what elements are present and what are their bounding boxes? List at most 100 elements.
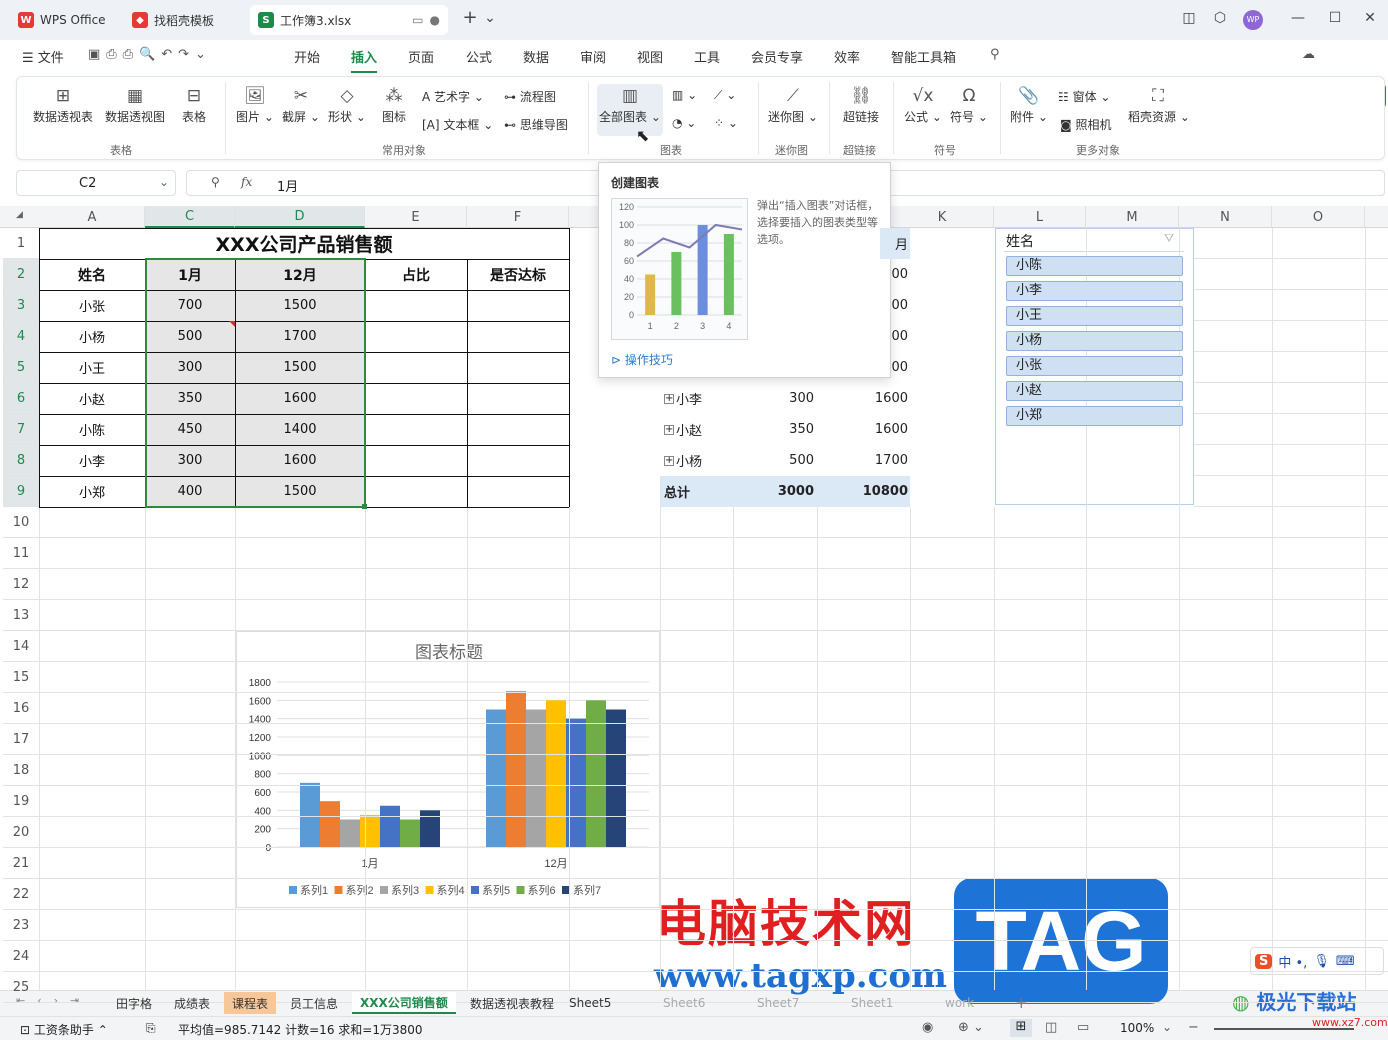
menu-data[interactable]: 数据 [523,47,549,66]
table-cell[interactable]: 小陈 [39,414,145,445]
menu-formula[interactable]: 公式 [466,47,492,66]
page-layout-icon[interactable]: ◫ [1045,1020,1057,1035]
fx-icon[interactable]: fx [241,175,252,189]
row-header[interactable]: 12 [3,569,39,600]
monitor-icon[interactable]: ▭ [412,13,423,27]
zoom-out-icon[interactable]: − [1188,1020,1199,1035]
row-header[interactable]: 18 [3,755,39,786]
pivot-cell[interactable]: 300 [734,383,816,414]
camera-button[interactable]: ◙ 照相机 [1060,116,1112,133]
mindmap-button[interactable]: ⊷ 思维导图 [504,116,568,133]
table-cell-empty[interactable] [467,476,569,507]
legend-label[interactable]: 系列3 [391,883,419,897]
menu-smart-toolbox[interactable]: 智能工具箱 [891,47,956,66]
row-header[interactable]: 3 [3,290,39,321]
table-cell-empty[interactable] [467,321,569,352]
macro-icon[interactable]: ⎘ [146,1021,156,1036]
hyperlink-button[interactable]: ⛓ 超链接 [840,86,882,125]
salary-assistant[interactable]: ⊡ 工资条助手 ⌃ [20,1021,108,1038]
slicer-item[interactable]: 小赵 [1006,381,1183,401]
search-icon[interactable]: ⚲ [990,47,1000,62]
menu-member[interactable]: 会员专享 [751,47,803,66]
textbox-button[interactable]: [A] 文本框 ⌄ [422,116,493,133]
table-cell-empty[interactable] [467,352,569,383]
attachment-button[interactable]: 📎 附件 ⌄ [1010,86,1048,125]
pivot-table-button[interactable]: ⊞ 数据透视表 [32,86,94,125]
table-cell-empty[interactable] [365,445,467,476]
row-header[interactable]: 13 [3,600,39,631]
legend-label[interactable]: 系列1 [300,883,328,897]
sheet-tab[interactable]: Sheet5 [561,992,619,1014]
zoom-level[interactable]: 100% [1120,1021,1154,1035]
chart-bar[interactable] [320,801,340,847]
menu-tools[interactable]: 工具 [694,47,720,66]
add-sheet-icon[interactable]: + [1007,992,1036,1014]
clear-filter-icon[interactable]: ⛛ [1164,231,1174,246]
pivot-cell[interactable]: 00 [880,321,910,352]
row-header[interactable]: 21 [3,848,39,879]
pivot-cell[interactable]: 00 [880,259,910,290]
legend-label[interactable]: 系列6 [528,883,556,897]
sheet-tab[interactable]: 员工信息 [282,992,346,1014]
chart-bar[interactable] [340,819,360,848]
row-header[interactable]: 1 [3,228,39,259]
pivot-cell[interactable]: 00 [880,352,910,383]
close-icon[interactable]: ✕ [1360,10,1380,26]
row-header[interactable]: 14 [3,631,39,662]
row-header[interactable]: 15 [3,662,39,693]
new-tab-icon[interactable]: + [460,7,480,28]
expand-icon[interactable]: + [664,424,674,435]
chevron-down-icon[interactable]: ⌄ [1162,1020,1172,1034]
table-cell-empty[interactable] [365,352,467,383]
cloud-icon[interactable]: ☁ [1302,47,1315,62]
row-header[interactable]: 25 [3,972,39,1003]
slicer-item[interactable]: 小杨 [1006,331,1183,351]
col-header-d[interactable]: D [235,206,365,228]
fill-handle[interactable] [362,504,367,509]
slicer-item[interactable]: 小李 [1006,281,1183,301]
col-header-g[interactable] [569,206,599,228]
table-cell[interactable]: 小张 [39,290,145,321]
table-cell-empty[interactable] [365,321,467,352]
row-header[interactable]: 11 [3,538,39,569]
table-cell-empty[interactable] [365,476,467,507]
menu-efficiency[interactable]: 效率 [834,47,860,66]
layout-icon[interactable]: ◫ [1179,10,1199,26]
row-header[interactable]: 10 [3,507,39,538]
table-cell-empty[interactable] [365,290,467,321]
row-header[interactable]: 6 [3,383,39,414]
col-header-c[interactable]: C [145,206,235,228]
legend-label[interactable]: 系列4 [437,883,465,897]
sheet-tab[interactable]: XXX公司销售额 [352,992,456,1014]
chart-bar[interactable] [506,691,526,847]
chevron-down-icon[interactable]: ⌄ [159,175,169,189]
chart-bar[interactable] [606,709,626,848]
chart-bar[interactable] [300,782,320,847]
tab-wps-office[interactable]: W WPS Office [10,5,118,35]
symbol-button[interactable]: Ω 符号 ⌄ [950,86,988,125]
tab-docer-templates[interactable]: ◆ 找稻壳模板 [124,5,242,35]
pivot-cell[interactable]: 500 [734,445,816,476]
row-header[interactable]: 2 [3,259,39,290]
table-cell[interactable]: 小王 [39,352,145,383]
chart-bar[interactable] [360,814,380,847]
picture-button[interactable]: 🖼 图片 ⌄ [236,86,274,125]
sheet-tab[interactable]: 课程表 [224,992,277,1014]
quick-access-icons[interactable]: ▣⎙⎙🔍↶↷⌄ [88,47,212,62]
col-header-l[interactable]: L [994,206,1086,228]
icon-button[interactable]: ⁂ 图标 [378,86,410,125]
pivot-chart-button[interactable]: ▦ 数据透视图 [104,86,166,125]
expand-icon[interactable]: + [664,455,674,466]
sheet-tab[interactable]: Sheet1 [843,992,901,1014]
slicer-item[interactable]: 小王 [1006,306,1183,326]
tips-link[interactable]: ⊳ 操作技巧 [611,351,673,368]
pivot-cell[interactable]: 1600 [817,414,910,445]
maximize-icon[interactable]: ☐ [1325,10,1345,26]
pie-chart-dropdown[interactable]: ◔ ⌄ [672,116,696,130]
chart-bar[interactable] [486,709,506,848]
formula-input[interactable]: 1月 [277,176,298,195]
legend-label[interactable]: 系列7 [573,883,601,897]
sheet-tab[interactable]: Sheet7 [749,992,807,1014]
col-header-k[interactable]: K [891,206,994,228]
chart-bar[interactable] [380,805,400,847]
